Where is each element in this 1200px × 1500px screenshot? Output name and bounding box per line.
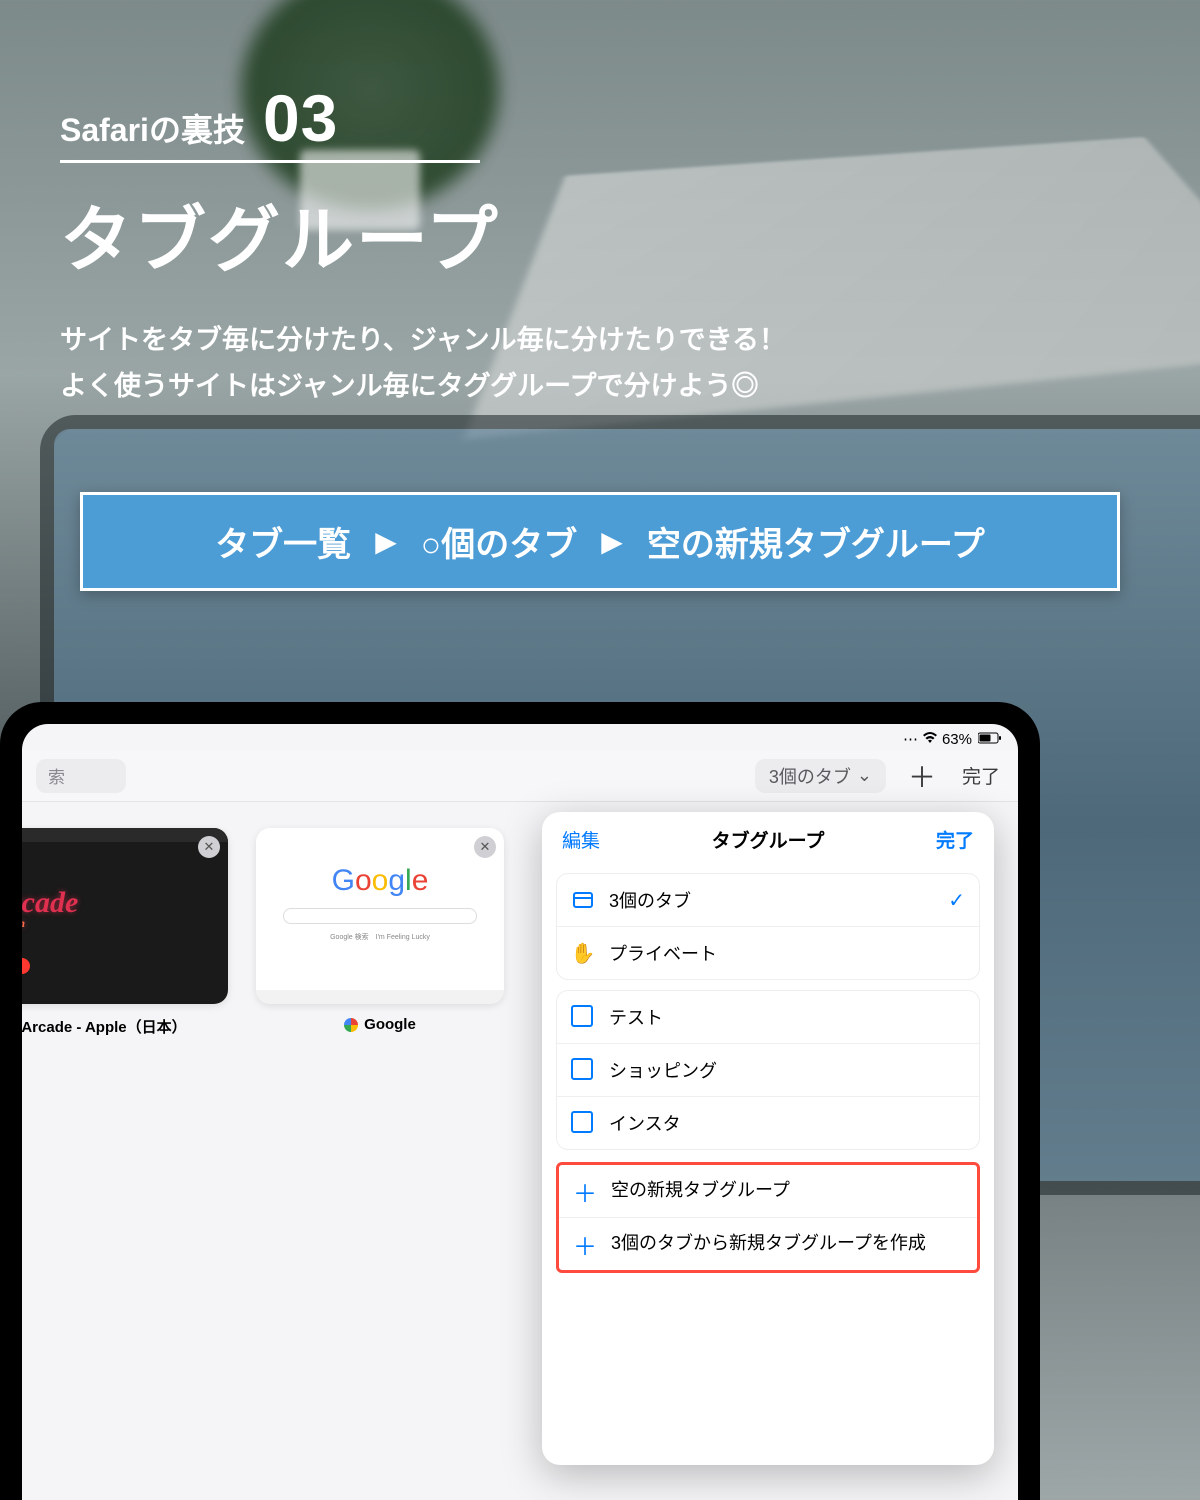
header-desc-line2: よく使うサイトはジャンル毎にタググループで分けよう◎ — [60, 364, 1140, 410]
google-thumb-sub: Google 検索 I'm Feeling Lucky — [256, 932, 504, 942]
ipad-screen: ⋯ 63% 索 3個のタブ ⌄ ＋ 完了 — [22, 724, 1018, 1500]
tab-dropdown-label: 3個のタブ — [769, 763, 851, 789]
arcade-cta-button — [22, 958, 30, 974]
toolbar-done-button[interactable]: 完了 — [958, 762, 1004, 789]
copy-icon — [571, 1005, 595, 1029]
row-label: プライベート — [609, 940, 717, 966]
arcade-thumb-title: Arcade — [22, 886, 78, 919]
tab-card[interactable]: ✕ Google Google 検索 I'm Feeling Lucky Goo… — [256, 828, 504, 1480]
tab-title: Arcade - Apple（日本） — [22, 1016, 187, 1037]
google-logo: Google — [256, 864, 504, 898]
triangle-right-icon: ▶ — [601, 525, 623, 558]
header-subtitle: Safariの裏技 — [60, 105, 245, 151]
new-tab-button[interactable]: ＋ — [900, 756, 944, 796]
cellular-icon: ⋯ — [903, 730, 918, 748]
tab-card[interactable]: ✕ Arcade is open Arcade - Apple（日本） — [22, 828, 228, 1480]
checkmark-icon: ✓ — [948, 888, 965, 913]
tab-thumbnail-google[interactable]: ✕ Google Google 検索 I'm Feeling Lucky — [256, 828, 504, 1004]
battery-icon — [978, 731, 1002, 748]
copy-icon — [571, 1058, 595, 1082]
step-3: 空の新規タブグループ — [647, 517, 985, 566]
hand-icon: ✋ — [571, 941, 595, 965]
close-tab-icon[interactable]: ✕ — [474, 836, 496, 858]
new-tab-group-from-tabs[interactable]: ＋ 3個のタブから新規タブグループを作成 — [559, 1218, 977, 1270]
wifi-icon — [922, 731, 938, 748]
tab-title: Google — [364, 1016, 416, 1033]
tab-group-row[interactable]: テスト — [557, 991, 979, 1044]
plus-icon: ＋ — [573, 1232, 597, 1256]
header-title: タブグループ — [60, 181, 1140, 286]
row-label: インスタ — [609, 1110, 681, 1136]
battery-percent: 63% — [942, 731, 972, 748]
row-label: 空の新規タブグループ — [611, 1179, 790, 1202]
popover-actions-highlight: ＋ 空の新規タブグループ ＋ 3個のタブから新規タブグループを作成 — [556, 1162, 980, 1273]
google-favicon-icon — [344, 1018, 358, 1032]
header-desc-line1: サイトをタブ毎に分けたり、ジャンル毎に分けたりできる！ — [60, 318, 1140, 364]
chevron-down-icon: ⌄ — [857, 765, 872, 786]
tab-thumbnail-arcade[interactable]: ✕ Arcade is open — [22, 828, 228, 1004]
popover-edit-button[interactable]: 編集 — [562, 826, 600, 853]
popover-primary-section: 3個のタブ ✓ ✋ プライベート — [556, 873, 980, 980]
tab-group-row[interactable]: インスタ — [557, 1097, 979, 1149]
row-label: 3個のタブから新規タブグループを作成 — [611, 1232, 926, 1255]
triangle-right-icon: ▶ — [375, 525, 397, 558]
tab-group-row[interactable]: ショッピング — [557, 1044, 979, 1097]
google-search-bar — [283, 908, 476, 924]
tab-count-dropdown[interactable]: 3個のタブ ⌄ — [755, 759, 886, 793]
header-number: 03 — [263, 80, 338, 156]
row-label: 3個のタブ — [609, 887, 691, 913]
tab-group-popover: 編集 タブグループ 完了 3個のタブ ✓ ✋ プライベート テスト — [542, 812, 994, 1465]
search-input[interactable]: 索 — [36, 759, 126, 793]
window-icon — [571, 888, 595, 912]
plus-icon: ＋ — [573, 1179, 597, 1203]
new-empty-tab-group[interactable]: ＋ 空の新規タブグループ — [559, 1165, 977, 1218]
safari-toolbar: 索 3個のタブ ⌄ ＋ 完了 — [22, 750, 1018, 802]
close-tab-icon[interactable]: ✕ — [198, 836, 220, 858]
popover-groups-section: テスト ショッピング インスタ — [556, 990, 980, 1150]
tab-group-row-private[interactable]: ✋ プライベート — [557, 927, 979, 979]
status-bar: ⋯ 63% — [22, 724, 1018, 750]
row-label: ショッピング — [609, 1057, 717, 1083]
header-block: Safariの裏技 03 タブグループ サイトをタブ毎に分けたり、ジャンル毎に分… — [60, 80, 1140, 410]
popover-done-button[interactable]: 完了 — [936, 826, 974, 853]
steps-box: タブ一覧 ▶ ○個のタブ ▶ 空の新規タブグループ — [80, 492, 1120, 591]
ipad-mockup: ⋯ 63% 索 3個のタブ ⌄ ＋ 完了 — [0, 702, 1040, 1500]
step-2: ○個のタブ — [421, 517, 578, 566]
popover-title: タブグループ — [712, 826, 825, 853]
tab-group-row-current[interactable]: 3個のタブ ✓ — [557, 874, 979, 927]
copy-icon — [571, 1111, 595, 1135]
step-1: タブ一覧 — [215, 517, 351, 566]
search-placeholder: 索 — [48, 763, 65, 788]
row-label: テスト — [609, 1004, 663, 1030]
